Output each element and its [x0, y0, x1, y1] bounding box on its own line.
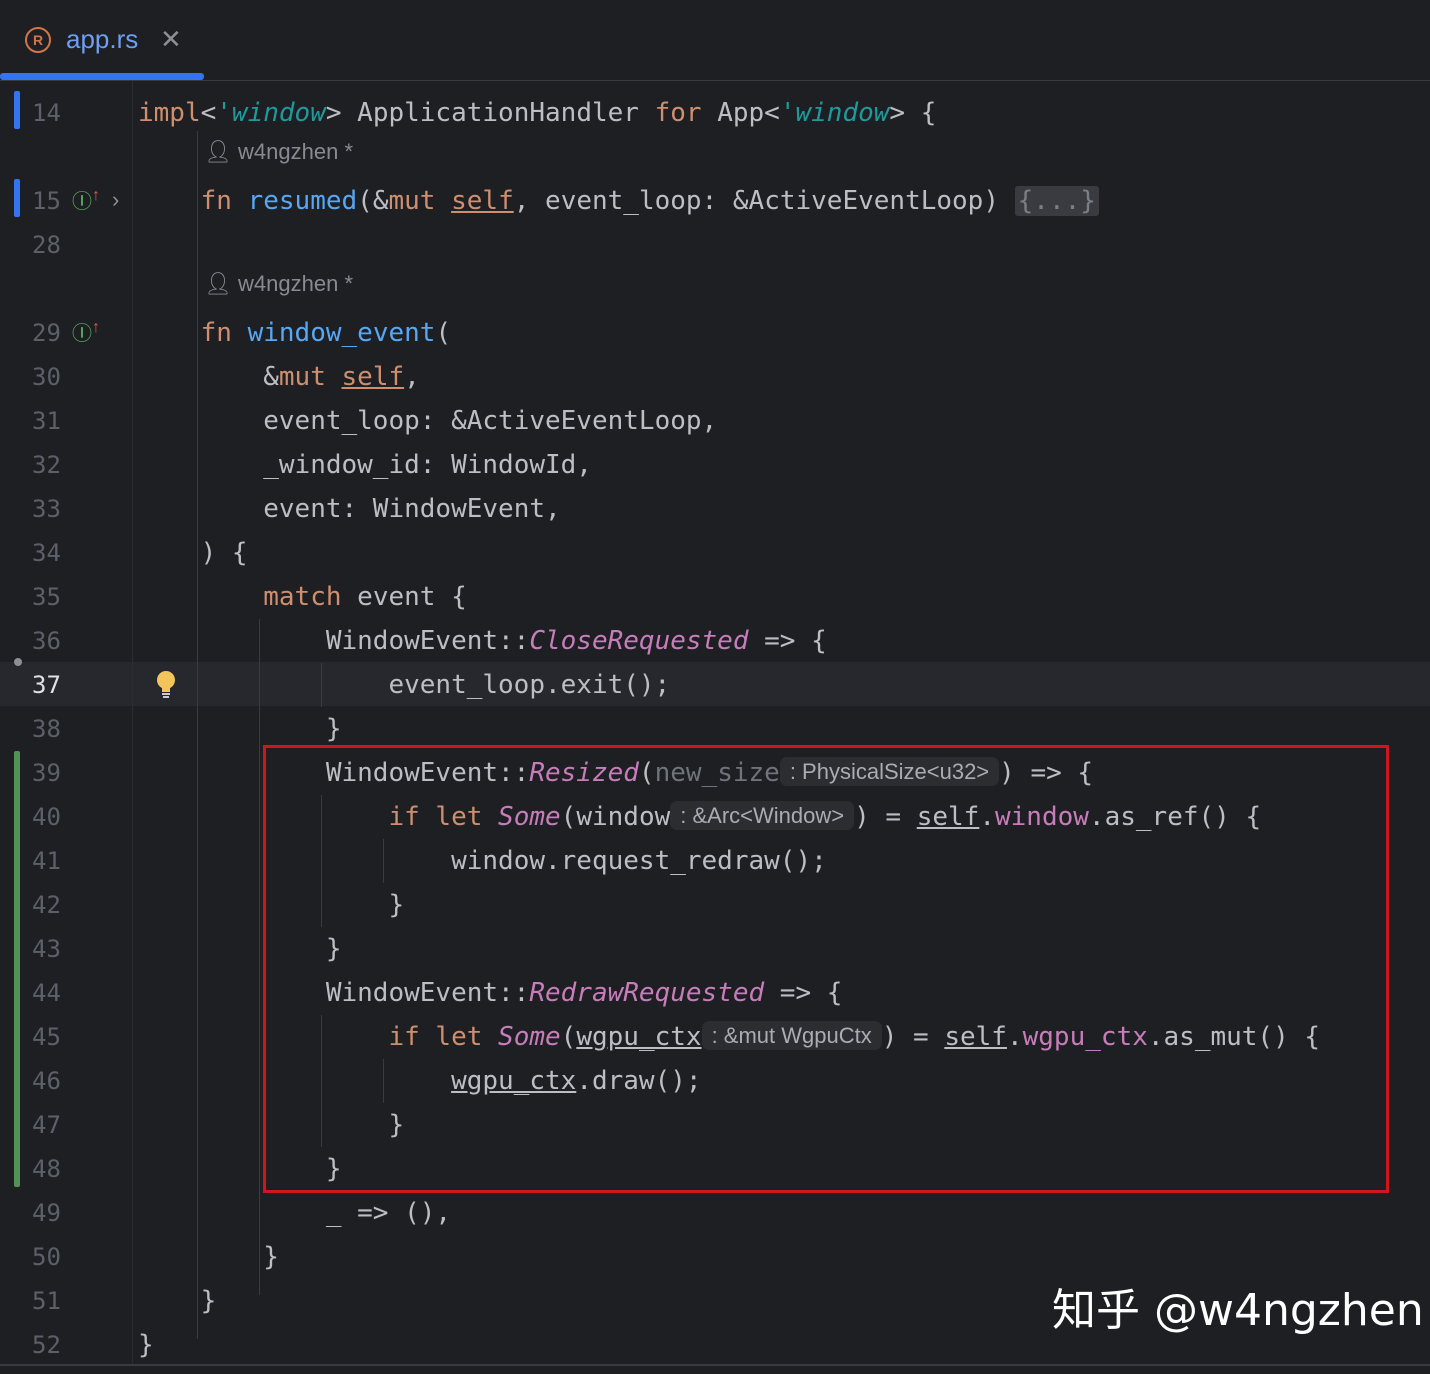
folded-region[interactable]: {...} — [1014, 186, 1099, 216]
code-line-15[interactable]: fn resumed(&mut self, event_loop: &Activ… — [138, 179, 1099, 223]
code-line-31[interactable]: event_loop: &ActiveEventLoop, — [138, 399, 717, 443]
line-number: 48 — [32, 1155, 61, 1183]
user-icon: 👤︎ — [204, 271, 239, 296]
vcs-added-marker[interactable] — [14, 751, 20, 1187]
line-number-active: 37 — [32, 671, 61, 699]
change-dot-icon — [14, 658, 22, 666]
line-number: 50 — [32, 1243, 61, 1271]
line-number: 47 — [32, 1111, 61, 1139]
line-number: 35 — [32, 583, 61, 611]
editor-tab-bar: R app.rs ✕ — [0, 0, 1430, 81]
code-line-33[interactable]: event: WindowEvent, — [138, 487, 560, 531]
line-number: 34 — [32, 539, 61, 567]
line-number: 38 — [32, 715, 61, 743]
code-line-32[interactable]: _window_id: WindowId, — [138, 443, 592, 487]
code-line-34[interactable]: ) { — [138, 531, 248, 575]
line-number: 46 — [32, 1067, 61, 1095]
code-editor[interactable]: 14 15 28 29 30 31 32 33 34 35 36 37 38 3… — [0, 81, 1430, 1365]
gutter-separator — [132, 81, 133, 1365]
code-line-49[interactable]: _ => (), — [138, 1191, 451, 1235]
line-number: 49 — [32, 1199, 61, 1227]
rust-file-icon: R — [25, 27, 51, 53]
line-number: 45 — [32, 1023, 61, 1051]
watermark: 知乎 @w4ngzhen — [1052, 1285, 1424, 1336]
line-number: 44 — [32, 979, 61, 1007]
line-number: 40 — [32, 803, 61, 831]
annotation-highlight-box — [263, 745, 1389, 1193]
bottom-border — [0, 1364, 1430, 1366]
line-number: 41 — [32, 847, 61, 875]
user-icon: 👤︎ — [204, 139, 239, 164]
line-number: 15 — [32, 187, 61, 215]
chevron-right-icon[interactable]: › — [112, 187, 119, 213]
line-number: 36 — [32, 627, 61, 655]
code-line-36[interactable]: WindowEvent::CloseRequested => { — [138, 619, 827, 663]
code-line-50[interactable]: } — [138, 1235, 279, 1279]
code-vision-author[interactable]: 👤︎ w4ngzhen * — [204, 271, 353, 307]
line-number: 30 — [32, 363, 61, 391]
code-vision-author[interactable]: 👤︎ w4ngzhen * — [204, 139, 353, 175]
line-number: 14 — [32, 99, 61, 127]
active-tab-indicator — [0, 73, 204, 80]
line-number: 29 — [32, 319, 61, 347]
line-number: 42 — [32, 891, 61, 919]
code-line-52[interactable]: } — [138, 1323, 154, 1367]
vcs-modified-marker[interactable] — [14, 91, 20, 129]
line-number: 32 — [32, 451, 61, 479]
implements-trait-icon[interactable]: Ⓘ↑ — [72, 317, 100, 346]
close-icon[interactable]: ✕ — [160, 24, 182, 55]
code-line-30[interactable]: &mut self, — [138, 355, 420, 399]
vcs-modified-marker[interactable] — [14, 179, 20, 217]
line-number: 52 — [32, 1331, 61, 1359]
tab-app-rs[interactable]: R app.rs ✕ — [0, 0, 204, 80]
tab-label[interactable]: app.rs — [66, 24, 138, 55]
line-number: 28 — [32, 231, 61, 259]
code-line-35[interactable]: match event { — [138, 575, 467, 619]
code-line-29[interactable]: fn window_event( — [138, 311, 451, 355]
line-number: 43 — [32, 935, 61, 963]
code-line-51[interactable]: } — [138, 1279, 217, 1323]
line-number: 39 — [32, 759, 61, 787]
implements-trait-icon[interactable]: Ⓘ↑ — [72, 185, 100, 214]
gutter[interactable]: 14 15 28 29 30 31 32 33 34 35 36 37 38 3… — [0, 81, 132, 1365]
code-line-14[interactable]: impl<'window> ApplicationHandler for App… — [138, 91, 936, 135]
code-line-37[interactable]: event_loop.exit(); — [138, 663, 670, 707]
line-number: 31 — [32, 407, 61, 435]
line-number: 51 — [32, 1287, 61, 1315]
line-number: 33 — [32, 495, 61, 523]
